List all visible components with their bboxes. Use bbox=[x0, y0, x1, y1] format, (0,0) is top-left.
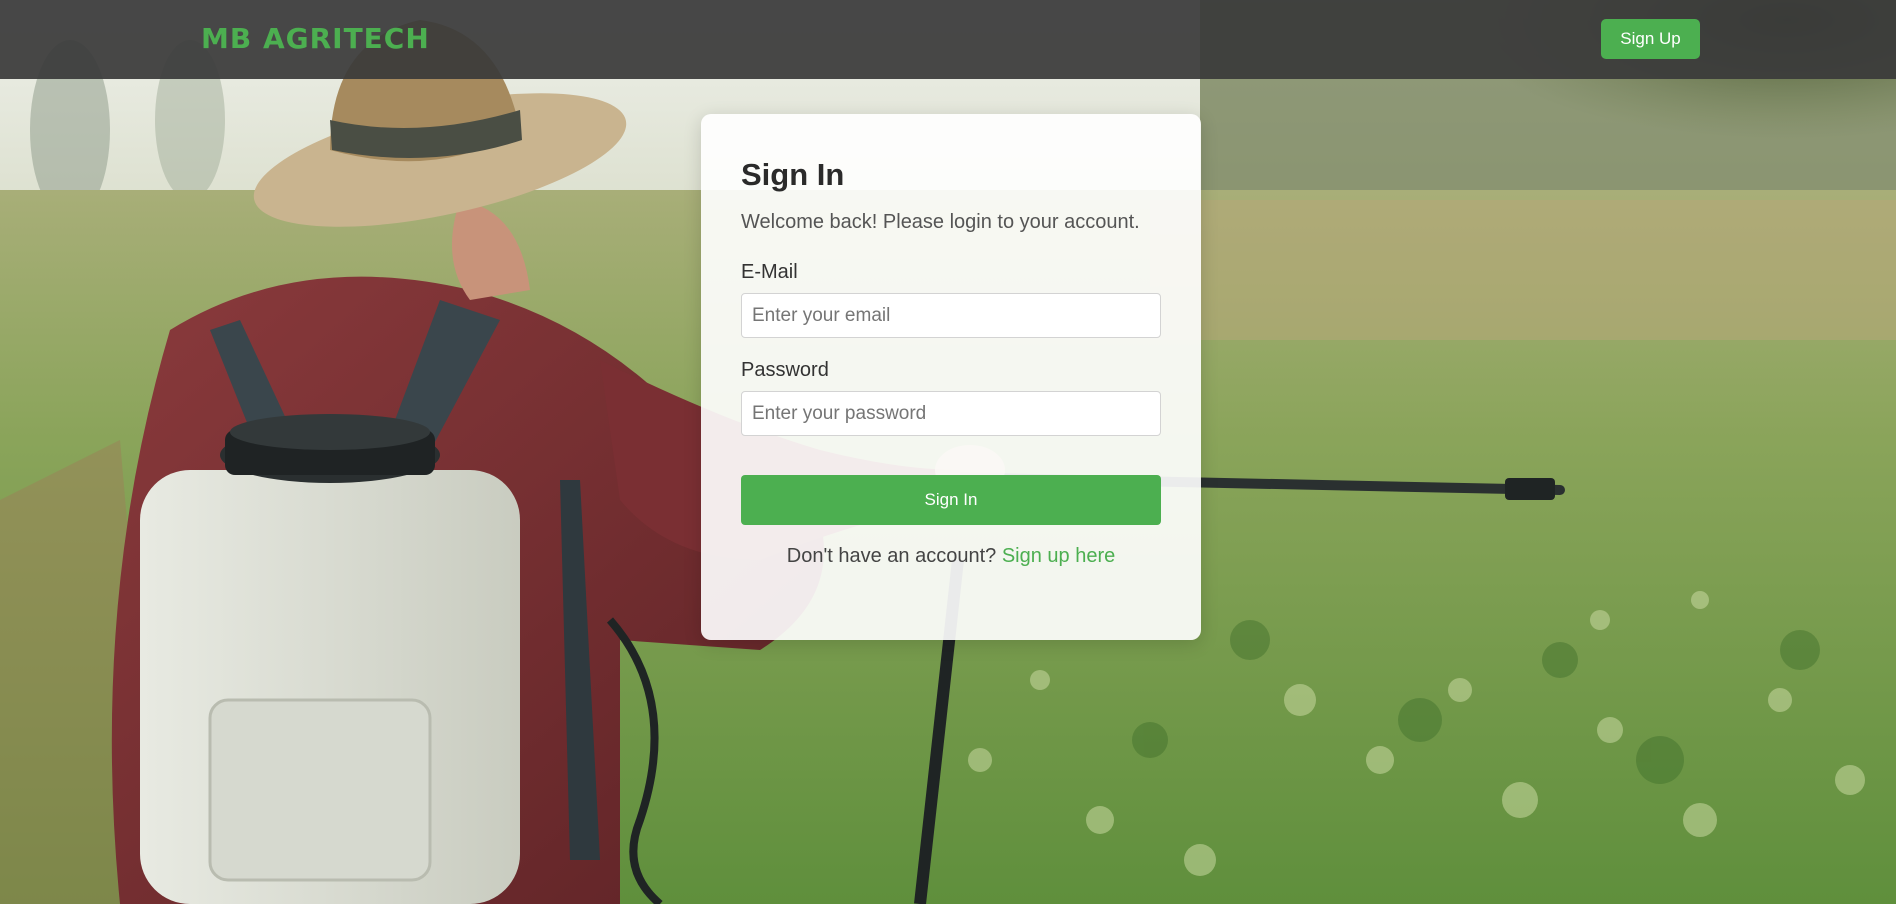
email-label: E-Mail bbox=[741, 261, 798, 283]
signin-subtitle: Welcome back! Please login to your accou… bbox=[741, 211, 1140, 233]
signin-title: Sign In bbox=[741, 157, 845, 192]
brand-logo[interactable]: MB AGRITECH bbox=[201, 22, 430, 55]
password-field[interactable] bbox=[741, 391, 1161, 436]
no-account-text: Don't have an account? bbox=[786, 545, 1002, 567]
header-signup-button[interactable]: Sign Up bbox=[1601, 19, 1700, 59]
top-navbar: MB AGRITECH Sign Up bbox=[0, 0, 1896, 79]
signup-link[interactable]: Sign up here bbox=[1002, 545, 1115, 567]
password-label: Password bbox=[741, 359, 829, 381]
email-field[interactable] bbox=[741, 293, 1161, 338]
signin-button[interactable]: Sign In bbox=[741, 475, 1161, 525]
signin-card: Sign In Welcome back! Please login to yo… bbox=[701, 114, 1201, 640]
signup-prompt: Don't have an account? Sign up here bbox=[741, 545, 1161, 568]
